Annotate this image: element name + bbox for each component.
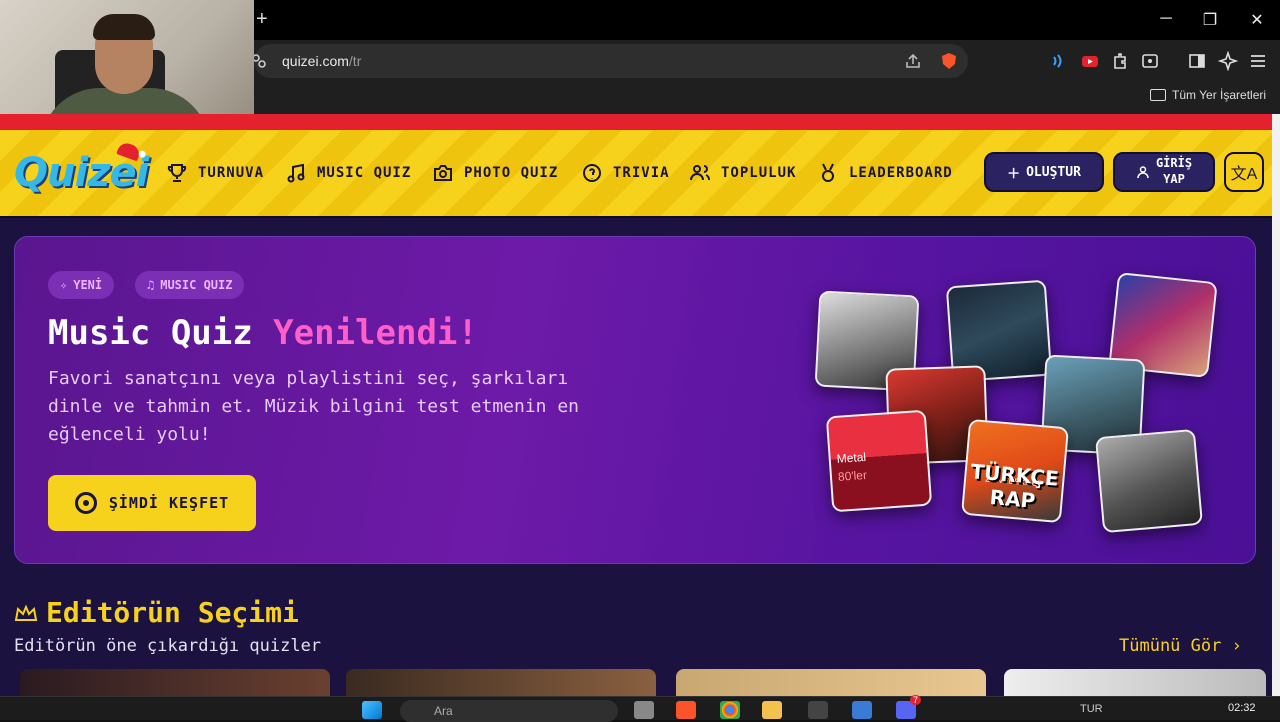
nav-photo-quiz[interactable]: PHOTO QUIZ <box>432 162 558 184</box>
wallet-icon[interactable] <box>1140 51 1160 71</box>
page-scrollbar[interactable] <box>1272 114 1280 696</box>
editors-pick-subtitle: Editörün öne çıkardığı quizler <box>14 636 322 656</box>
translate-icon: 文A <box>1230 166 1258 183</box>
login-label-line1: GİRİŞ <box>1155 156 1193 171</box>
chip-new: ✧ YENİ <box>48 271 115 299</box>
hero-title-accent: Yenilendi! <box>273 313 478 353</box>
url-path: /tr <box>348 53 362 69</box>
crown-icon <box>14 604 38 621</box>
maximize-button[interactable]: ❐ <box>1190 10 1230 30</box>
camera-icon <box>434 165 452 181</box>
nav-photo-quiz-label: PHOTO QUIZ <box>464 165 559 181</box>
top-banner-strip <box>0 114 1272 130</box>
medal-icon <box>822 163 834 182</box>
youtube-extension-icon[interactable] <box>1080 51 1100 71</box>
task-view-icon[interactable] <box>634 701 654 719</box>
folder-icon <box>1150 89 1166 101</box>
os-taskbar: Ara 7 TUR 02:32 <box>0 695 1280 722</box>
editors-pick-title: Editörün Seçimi <box>46 596 299 629</box>
nav-leaderboard-label: LEADERBOARD <box>849 165 953 181</box>
quiz-tile[interactable] <box>20 669 330 696</box>
url-host: quizei.com <box>282 53 349 69</box>
quiz-tile[interactable] <box>676 669 986 696</box>
quiz-tile[interactable] <box>346 669 656 696</box>
login-button[interactable]: GİRİŞ YAP <box>1113 152 1215 192</box>
login-label-line2: YAP <box>1163 172 1185 186</box>
discover-now-label: ŞİMDİ KEŞFET <box>108 494 230 512</box>
trophy-icon <box>167 164 187 182</box>
address-bar[interactable]: quizei.com/tr <box>252 44 968 78</box>
nav-topluluk-label: TOPLULUK <box>721 165 797 181</box>
nav-turnuva-label: TURNUVA <box>198 165 265 181</box>
nav-music-quiz[interactable]: MUSIC QUIZ <box>285 162 411 184</box>
minimize-button[interactable]: ─ <box>1146 10 1186 28</box>
sidebar-icon[interactable] <box>1187 51 1207 71</box>
turkish-rap-card[interactable]: ZİRVEDEKİLER TÜRKÇE RAP <box>961 418 1069 524</box>
extensions-icon[interactable] <box>1110 51 1130 71</box>
nav-trivia[interactable]: TRIVIA <box>581 162 670 184</box>
rap-card-title: TÜRKÇE RAP <box>969 459 1060 513</box>
discover-now-button[interactable]: ŞİMDİ KEŞFET <box>48 475 256 531</box>
url-text[interactable]: quizei.com/tr <box>282 53 361 69</box>
file-explorer-icon[interactable] <box>762 701 782 719</box>
menu-icon[interactable] <box>1248 51 1268 71</box>
audio-icon[interactable] <box>1050 51 1070 71</box>
nav-trivia-label: TRIVIA <box>613 165 670 181</box>
portrait-card[interactable] <box>1095 428 1203 534</box>
users-icon <box>690 165 710 181</box>
language-button[interactable]: 文A <box>1224 152 1264 192</box>
keyboard-language[interactable]: TUR <box>1080 703 1103 715</box>
nav-music-quiz-label: MUSIC QUIZ <box>317 165 412 181</box>
all-bookmarks-label: Tüm Yer İşaretleri <box>1172 88 1267 102</box>
plus-icon: ＋ <box>1007 166 1021 182</box>
hero-banner[interactable]: ✧ YENİ ♫ MUSIC QUIZ Music Quiz Yenilendi… <box>14 236 1256 564</box>
hero-description: Favori sanatçını veya playlistini seç, ş… <box>48 368 580 445</box>
chip-music-quiz: ♫ MUSIC QUIZ <box>135 271 245 299</box>
music-note-icon: ♫ <box>147 278 155 292</box>
nav-turnuva[interactable]: TURNUVA <box>166 162 264 184</box>
metal-playlist-card[interactable]: Metal 80'ler <box>825 409 933 513</box>
nav-leaderboard[interactable]: LEADERBOARD <box>817 162 953 184</box>
user-icon <box>1137 166 1149 179</box>
hero-title-main: Music Quiz <box>48 313 274 353</box>
sparkle-icon: ✧ <box>60 278 68 292</box>
web-page: Quizei TURNUVA MUSIC QUIZ PHOTO QUIZ TRI… <box>0 114 1272 696</box>
webcam-person-hair <box>93 14 155 40</box>
chip-music-quiz-label: MUSIC QUIZ <box>160 278 233 292</box>
quiz-tile[interactable] <box>1004 669 1266 696</box>
brave-taskbar-icon[interactable] <box>676 701 696 719</box>
close-button[interactable]: ✕ <box>1237 10 1277 30</box>
search-placeholder: Ara <box>434 704 453 718</box>
see-all-link[interactable]: Tümünü Gör › <box>1119 636 1242 656</box>
create-label: OLUŞTUR <box>1026 164 1081 180</box>
chip-new-label: YENİ <box>73 278 103 292</box>
share-icon[interactable] <box>904 52 922 70</box>
all-bookmarks-button[interactable]: Tüm Yer İşaretleri <box>1150 88 1266 102</box>
nav-topluluk[interactable]: TOPLULUK <box>689 162 796 184</box>
metal-card-title: Metal <box>836 449 867 466</box>
question-bubble-icon <box>583 164 601 182</box>
taskbar-clock[interactable]: 02:32 <box>1228 702 1256 714</box>
brave-shield-icon[interactable] <box>940 52 958 70</box>
site-header: Quizei TURNUVA MUSIC QUIZ PHOTO QUIZ TRI… <box>0 130 1272 218</box>
disc-icon <box>74 492 97 514</box>
login-label: GİRİŞ YAP <box>1156 156 1192 187</box>
notification-badge: 7 <box>910 695 922 705</box>
create-button[interactable]: ＋ OLUŞTUR <box>984 152 1104 192</box>
app-taskbar-icon[interactable] <box>852 701 872 719</box>
new-tab-button[interactable]: + <box>256 8 268 31</box>
obs-taskbar-icon[interactable] <box>808 701 828 719</box>
taskbar-search[interactable]: Ara <box>400 700 618 722</box>
start-icon[interactable] <box>362 701 382 719</box>
music-note-icon <box>287 163 305 183</box>
leo-ai-icon[interactable] <box>1218 51 1238 71</box>
hero-title: Music Quiz Yenilendi! <box>48 313 478 353</box>
metal-card-subtitle: 80'ler <box>837 467 868 484</box>
chrome-taskbar-icon[interactable] <box>720 701 740 719</box>
